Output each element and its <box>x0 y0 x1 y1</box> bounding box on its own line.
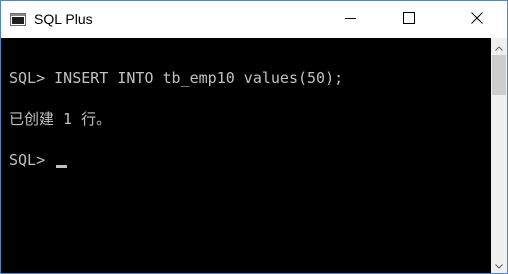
minimize-icon <box>344 11 357 29</box>
scroll-up-arrow-icon <box>495 38 503 56</box>
console-window-icon[interactable] <box>10 13 26 26</box>
console-line-prompt: SQL> <box>9 150 68 170</box>
prompt-text: SQL> <box>9 151 55 169</box>
console-line-result: 已创建 1 行。 <box>9 110 112 128</box>
minimize-button[interactable] <box>328 1 373 38</box>
scroll-up-button[interactable] <box>491 38 507 55</box>
title-bar[interactable]: SQL Plus <box>1 1 507 38</box>
sqlplus-window: SQL Plus SQL> INSERT INTO tb_emp10 value… <box>0 0 508 274</box>
window-title: SQL Plus <box>34 11 93 27</box>
maximize-button[interactable] <box>386 1 431 38</box>
vertical-scrollbar[interactable] <box>491 38 507 273</box>
scrollbar-thumb[interactable] <box>492 55 506 95</box>
maximize-icon <box>402 11 415 29</box>
console-output[interactable]: SQL> INSERT INTO tb_emp10 values(50); 已创… <box>1 38 491 273</box>
scroll-down-arrow-icon <box>495 256 503 274</box>
console-line-insert: SQL> INSERT INTO tb_emp10 values(50); <box>9 69 344 87</box>
close-icon <box>470 11 483 29</box>
text-cursor <box>56 165 68 168</box>
close-button[interactable] <box>454 1 499 38</box>
scroll-down-button[interactable] <box>491 256 507 273</box>
